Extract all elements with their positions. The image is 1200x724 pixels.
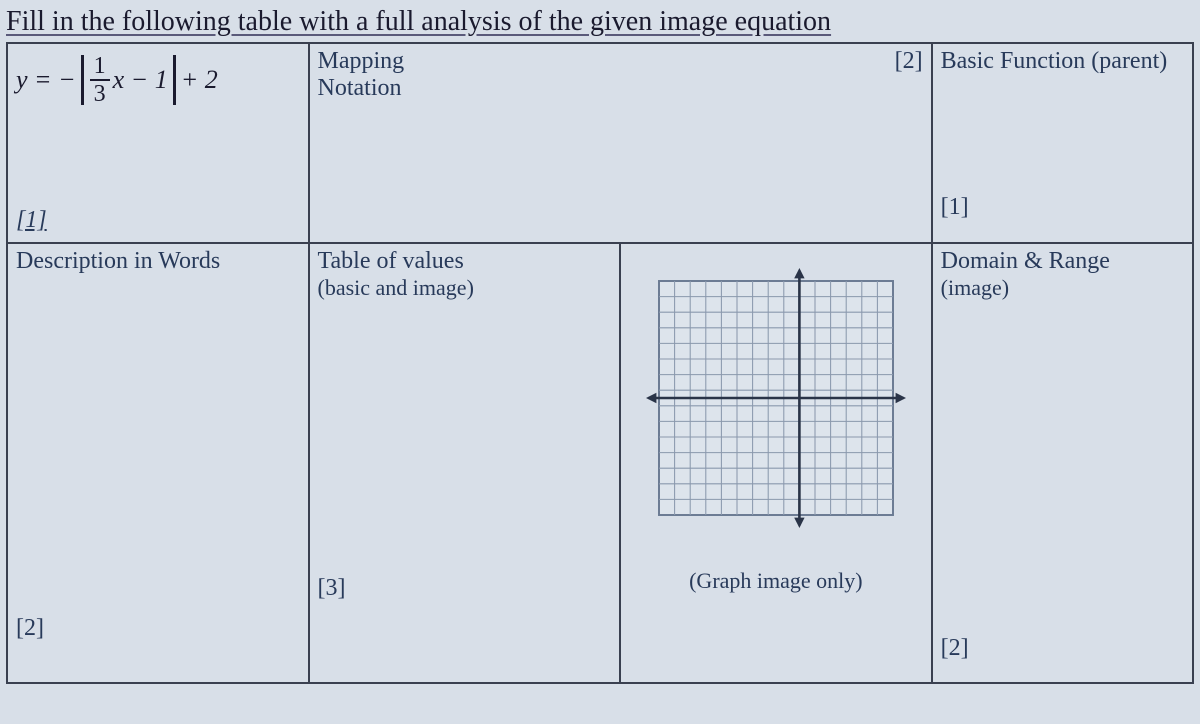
domain-range-label-line1: Domain & Range bbox=[941, 248, 1184, 275]
abs-bar-close bbox=[173, 55, 176, 105]
domain-range-label-line2: (image) bbox=[941, 275, 1184, 301]
domain-range-score-mark: [2] bbox=[941, 635, 969, 662]
fraction-denominator: 3 bbox=[94, 82, 106, 106]
graph-grid bbox=[646, 268, 906, 528]
fraction-numerator: 1 bbox=[94, 54, 106, 78]
table-values-score-mark: [3] bbox=[318, 575, 346, 602]
domain-range-cell: Domain & Range (image) [2] bbox=[932, 243, 1193, 683]
basic-function-score-mark: [1] bbox=[941, 194, 969, 221]
eq-prefix: y = − bbox=[16, 65, 76, 95]
graph-cell: (Graph image only) bbox=[620, 243, 932, 683]
mapping-notation-cell: Mapping Notation [2] bbox=[309, 43, 932, 243]
mapping-label-line1: Mapping bbox=[318, 48, 923, 75]
basic-function-label: Basic Function (parent) bbox=[941, 48, 1184, 75]
graph-caption: (Graph image only) bbox=[629, 568, 923, 594]
table-values-label-line1: Table of values bbox=[318, 248, 612, 275]
description-label: Description in Words bbox=[16, 248, 300, 275]
table-of-values-cell: Table of values (basic and image) [3] bbox=[309, 243, 621, 683]
fraction-one-third: 1 3 bbox=[90, 54, 110, 106]
equation-cell: y = − 1 3 x − 1 + 2 [1] bbox=[7, 43, 309, 243]
description-words-cell: Description in Words [2] bbox=[7, 243, 309, 683]
grid-svg bbox=[646, 268, 906, 528]
abs-bar-open bbox=[81, 55, 84, 105]
analysis-table: y = − 1 3 x − 1 + 2 [1] Mapping Notation… bbox=[6, 42, 1194, 684]
eq-inner-suffix: x − 1 bbox=[113, 65, 168, 95]
mapping-score-mark: [2] bbox=[895, 48, 923, 75]
image-equation: y = − 1 3 x − 1 + 2 bbox=[16, 54, 300, 106]
description-score-mark: [2] bbox=[16, 615, 44, 642]
table-values-label-line2: (basic and image) bbox=[318, 275, 612, 301]
equation-score-mark: [1] bbox=[16, 207, 47, 234]
page-title: Fill in the following table with a full … bbox=[6, 4, 1194, 42]
mapping-label-line2: Notation bbox=[318, 75, 923, 102]
basic-function-cell: Basic Function (parent) [1] bbox=[932, 43, 1193, 243]
eq-outer-suffix: + 2 bbox=[181, 65, 218, 95]
